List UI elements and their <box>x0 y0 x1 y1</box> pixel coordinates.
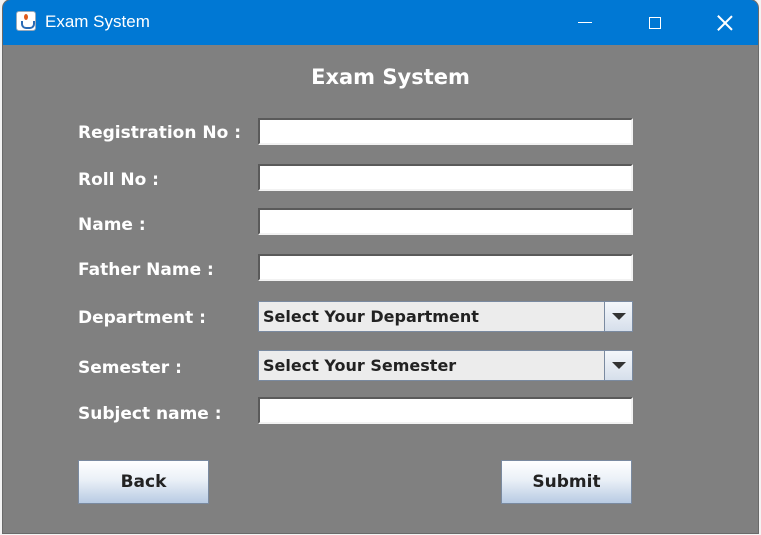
maximize-icon <box>649 16 661 29</box>
semester-label: Semester : <box>78 358 182 378</box>
close-button[interactable] <box>701 0 749 45</box>
chevron-down-icon[interactable] <box>604 302 632 331</box>
registration-no-field[interactable] <box>258 118 633 145</box>
department-selected-value: Select Your Department <box>263 307 479 326</box>
subject-name-label: Subject name : <box>78 404 222 424</box>
close-icon <box>717 15 733 31</box>
minimize-button[interactable] <box>561 0 609 45</box>
registration-no-label: Registration No : <box>78 123 241 143</box>
semester-dropdown[interactable]: Select Your Semester <box>258 350 633 381</box>
father-name-field[interactable] <box>258 254 633 281</box>
roll-no-label: Roll No : <box>78 170 159 190</box>
roll-no-field[interactable] <box>258 164 633 191</box>
department-label: Department : <box>78 308 206 328</box>
submit-button[interactable]: Submit <box>501 460 632 504</box>
maximize-button[interactable] <box>631 0 679 45</box>
semester-selected-value: Select Your Semester <box>263 356 457 375</box>
name-label: Name : <box>78 215 146 235</box>
window-title: Exam System <box>45 12 150 31</box>
java-cup-icon[interactable] <box>16 11 36 31</box>
name-field[interactable] <box>258 208 633 235</box>
exam-system-window: Exam System Exam System Registration No … <box>3 0 758 533</box>
father-name-label: Father Name : <box>78 260 214 280</box>
title-bar[interactable]: Exam System <box>3 0 758 45</box>
form-title: Exam System <box>311 65 470 89</box>
department-dropdown[interactable]: Select Your Department <box>258 301 633 332</box>
back-button[interactable]: Back <box>78 460 209 504</box>
minimize-icon <box>578 22 592 23</box>
chevron-down-icon[interactable] <box>604 351 632 380</box>
subject-name-field[interactable] <box>258 397 633 424</box>
